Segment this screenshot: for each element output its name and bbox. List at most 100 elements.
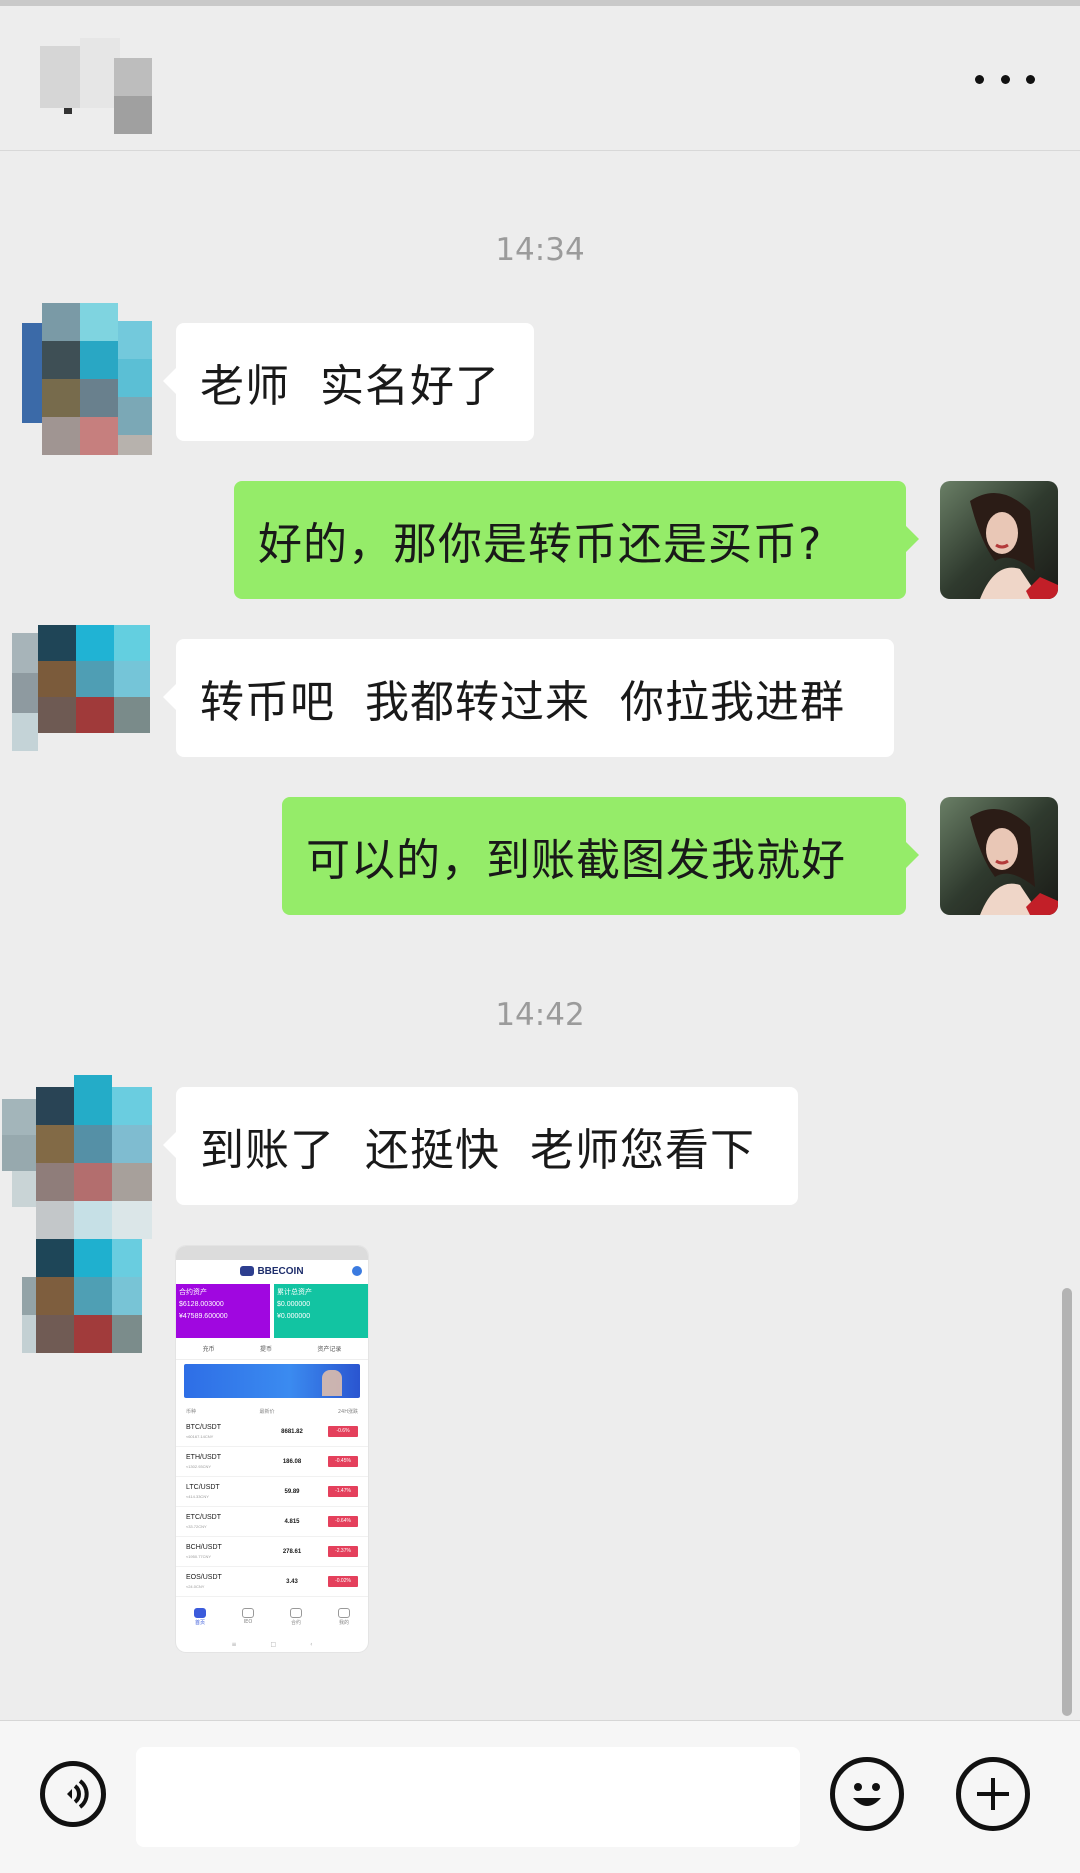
thumb-tab-label: IEO — [243, 1619, 253, 1625]
mosaic-tile — [42, 417, 80, 455]
thumb-quick-link: 提币 — [259, 1346, 272, 1353]
thumb-change: -0.6% — [328, 1426, 358, 1437]
thumb-pair: ETC/USDT — [186, 1513, 221, 1521]
thumb-card: 累计总资产 $0.000000 ¥0.000000 — [274, 1284, 368, 1338]
mosaic-tile — [76, 625, 114, 661]
more-dots-icon — [1026, 74, 1035, 84]
mosaic-tile — [118, 397, 152, 435]
thumb-quick-links: 充币 提币 资产记录 — [176, 1338, 368, 1360]
mosaic-tile — [12, 673, 38, 713]
thumb-nav-icon: □ — [270, 1641, 277, 1648]
mosaic-tile — [114, 58, 152, 96]
globe-icon — [352, 1266, 362, 1276]
thumb-nav-bar: ≡ □ ‹ — [176, 1641, 368, 1648]
mosaic-tile — [12, 633, 38, 673]
mosaic-tile — [42, 341, 80, 379]
thumb-table-row: LTC/USDT ≈414.33CNY 59.89 -1.47% — [176, 1477, 368, 1507]
thumb-status-bar — [176, 1246, 368, 1260]
mosaic-tile — [36, 1277, 74, 1315]
mosaic-tile — [74, 1201, 112, 1239]
emoji-button[interactable] — [830, 1757, 904, 1831]
mosaic-tile — [80, 379, 118, 417]
avatar[interactable] — [940, 481, 1058, 599]
mosaic-tile — [42, 303, 80, 341]
mosaic-tile — [80, 417, 118, 455]
mosaic-tile — [80, 341, 118, 379]
thumb-pair: BCH/USDT — [186, 1543, 222, 1551]
mosaic-tile — [80, 303, 118, 341]
thumb-change: -2.37% — [328, 1546, 358, 1557]
thumb-cny: ≈1950.77CNY — [186, 1553, 212, 1559]
image-message-thumbnail[interactable]: BBECOIN 合约资产 $6128.003000 ¥47589.600000 … — [176, 1246, 368, 1652]
mosaic-tile — [36, 1315, 74, 1353]
mosaic-tile — [2, 1135, 36, 1171]
mosaic-tile — [2, 1099, 36, 1135]
thumb-quick-link: 资产记录 — [317, 1346, 342, 1353]
thumb-change: -0.02% — [328, 1576, 358, 1587]
mosaic-tile — [38, 625, 76, 661]
mosaic-tile — [74, 1239, 112, 1277]
thumb-asset-cards: 合约资产 $6128.003000 ¥47589.600000 累计总资产 $0… — [176, 1282, 368, 1338]
mosaic-tile — [114, 661, 150, 697]
message-bubble-received[interactable]: 老师 实名好了 — [163, 323, 534, 441]
thumb-col-header: 最新价 — [259, 1409, 275, 1415]
thumb-cny: ≈24.0CNY — [186, 1583, 205, 1589]
mosaic-tile — [74, 1075, 112, 1125]
thumb-tab: 合约 — [290, 1608, 302, 1626]
message-input[interactable] — [136, 1747, 800, 1847]
message-bubble-sent[interactable]: 好的，那你是转币还是买币? — [234, 481, 919, 599]
plus-icon — [977, 1778, 1009, 1810]
mosaic-tile — [114, 625, 150, 661]
mosaic-tile — [114, 697, 150, 733]
mosaic-tile — [74, 1277, 112, 1315]
mosaic-tile — [36, 1239, 74, 1277]
mosaic-tile — [112, 1201, 152, 1239]
avatar[interactable] — [2, 1075, 152, 1365]
voice-button[interactable] — [40, 1761, 106, 1827]
thumb-tab-label: 首页 — [194, 1620, 205, 1626]
thumb-pair: BTC/USDT — [186, 1423, 221, 1431]
thumb-tab-label: 我的 — [338, 1620, 349, 1626]
thumb-tab: IEO — [242, 1608, 254, 1626]
mosaic-tile — [42, 379, 80, 417]
ieo-icon — [242, 1608, 254, 1618]
scrollbar[interactable] — [1062, 1288, 1072, 1716]
mosaic-tile — [74, 1125, 112, 1163]
thumb-cny: ≈1302.93CNY — [186, 1463, 212, 1469]
mosaic-tile — [38, 697, 76, 733]
message-bubble-received[interactable]: 转币吧 我都转过来 你拉我进群 — [163, 639, 894, 757]
mosaic-tile — [12, 1171, 36, 1207]
more-options-button[interactable] — [975, 64, 1035, 94]
avatar[interactable] — [22, 303, 152, 455]
thumb-cny: ≈60167.14CNY — [186, 1433, 214, 1439]
thumb-card-title: 合约资产 — [179, 1289, 207, 1296]
avatar[interactable] — [940, 797, 1058, 915]
brand-logo-icon — [240, 1266, 255, 1276]
thumb-change: -0.45% — [328, 1456, 358, 1467]
thumb-tab-bar: 首页 IEO 合约 我的 — [176, 1608, 368, 1626]
mosaic-tile — [22, 1315, 36, 1353]
mosaic-tile — [36, 1163, 74, 1201]
mosaic-tile — [22, 323, 42, 423]
avatar[interactable] — [12, 613, 152, 763]
thumb-col-header: 币种 — [186, 1409, 197, 1415]
message-bubble-sent[interactable]: 可以的，到账截图发我就好 — [282, 797, 919, 915]
mosaic-tile — [118, 359, 152, 397]
message-bubble-received[interactable]: 到账了 还挺快 老师您看下 — [163, 1087, 798, 1205]
mosaic-tile — [112, 1239, 142, 1277]
thumb-tab: 首页 — [194, 1608, 206, 1626]
thumb-tab-label: 合约 — [290, 1620, 301, 1626]
more-dots-icon — [975, 74, 984, 84]
thumb-price: 186.08 — [282, 1458, 302, 1465]
thumb-banner — [184, 1364, 360, 1398]
more-functions-button[interactable] — [956, 1757, 1030, 1831]
thumb-change: -1.47% — [328, 1486, 358, 1497]
thumb-col-header: 24H涨跌 — [337, 1409, 358, 1415]
mosaic-tile — [118, 435, 152, 455]
thumb-table-row: BTC/USDT ≈60167.14CNY 8681.82 -0.6% — [176, 1417, 368, 1447]
mosaic-tile — [38, 661, 76, 697]
chat-message-list[interactable]: 14:34 老师 实名好了 好的，那你是转币还是买币? 转币吧 我都转过来 你拉… — [0, 151, 1080, 1720]
thumb-pair: ETH/USDT — [186, 1453, 221, 1461]
banner-figure — [322, 1370, 342, 1396]
thumb-table-row: ETH/USDT ≈1302.93CNY 186.08 -0.45% — [176, 1447, 368, 1477]
